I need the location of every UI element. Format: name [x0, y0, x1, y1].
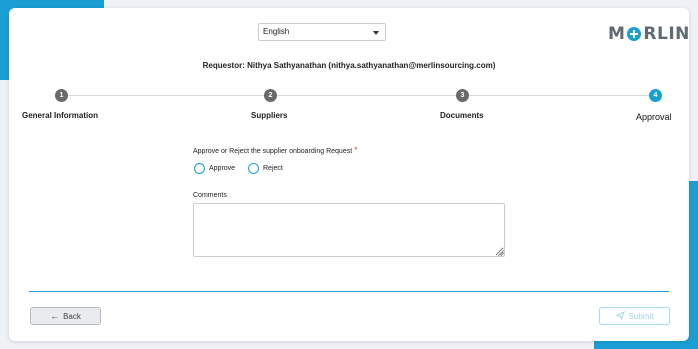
- approve-label: Approve: [209, 165, 236, 172]
- comments-textarea[interactable]: [193, 203, 505, 257]
- step-2-label: Suppliers: [251, 111, 288, 120]
- onboarding-card: English M RLIN Requestor: Nithya Sathyan…: [9, 8, 689, 341]
- logo-mark-icon: [626, 26, 642, 42]
- step-3-label: Documents: [440, 111, 484, 120]
- logo-text-right: RLIN: [643, 24, 690, 44]
- resize-grip-icon[interactable]: [498, 250, 504, 256]
- language-select-value: English: [263, 27, 290, 36]
- approval-question: Approve or Reject the supplier onboardin…: [193, 145, 358, 155]
- paper-plane-icon: [615, 310, 625, 322]
- comments-label: Comments: [193, 192, 227, 199]
- step-3-indicator: 3: [456, 89, 469, 102]
- arrow-left-icon: ←: [50, 311, 60, 321]
- reject-option[interactable]: Reject: [248, 163, 283, 174]
- footer-divider: [29, 291, 669, 292]
- step-4-label: Approval: [636, 112, 672, 122]
- step-4-indicator: 4: [649, 89, 662, 102]
- step-2-indicator: 2: [264, 89, 277, 102]
- reject-label: Reject: [263, 165, 283, 172]
- language-select[interactable]: English: [258, 23, 386, 41]
- logo-text-left: M: [608, 24, 626, 44]
- stepper-track: [60, 95, 656, 96]
- approval-question-text: Approve or Reject the supplier onboardin…: [193, 148, 353, 155]
- back-button[interactable]: ← Back: [30, 307, 101, 325]
- submit-button-label: Submit: [628, 311, 654, 321]
- step-1-label: General Information: [22, 111, 99, 120]
- submit-button[interactable]: Submit: [599, 307, 670, 325]
- approve-option[interactable]: Approve: [194, 163, 235, 174]
- required-marker: *: [354, 145, 358, 155]
- requestor-info: Requestor: Nithya Sathyanathan (nithya.s…: [202, 61, 496, 70]
- merlin-logo: M RLIN: [608, 23, 690, 45]
- approve-radio[interactable]: [194, 163, 205, 174]
- reject-radio[interactable]: [248, 163, 259, 174]
- step-1-indicator: 1: [55, 89, 68, 102]
- back-button-label: Back: [63, 311, 81, 321]
- chevron-down-icon: [373, 31, 379, 35]
